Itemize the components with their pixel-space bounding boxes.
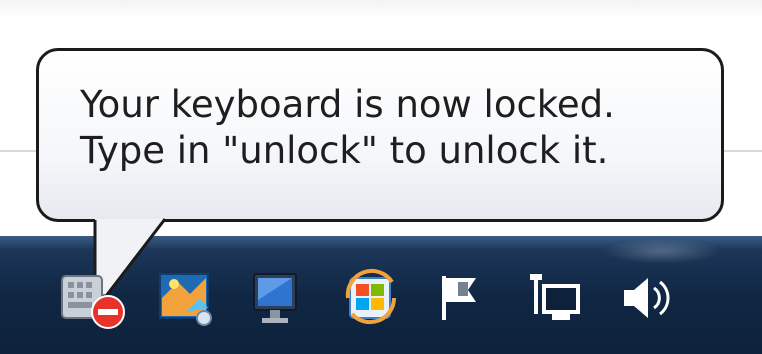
volume-icon[interactable] xyxy=(620,268,672,330)
balloon-message: Your keyboard is now locked. Type in "un… xyxy=(80,82,720,174)
balloon-line-1: Your keyboard is now locked. xyxy=(80,83,615,126)
windows-update-icon[interactable] xyxy=(344,268,397,330)
action-center-flag-icon[interactable] xyxy=(436,268,488,330)
balloon-line-2: Type in "unlock" to unlock it. xyxy=(80,129,609,172)
photo-app-icon[interactable] xyxy=(156,268,212,330)
monitor-icon[interactable] xyxy=(250,268,302,330)
keyboard-locked-icon[interactable] xyxy=(60,268,125,330)
network-icon[interactable] xyxy=(528,268,580,330)
